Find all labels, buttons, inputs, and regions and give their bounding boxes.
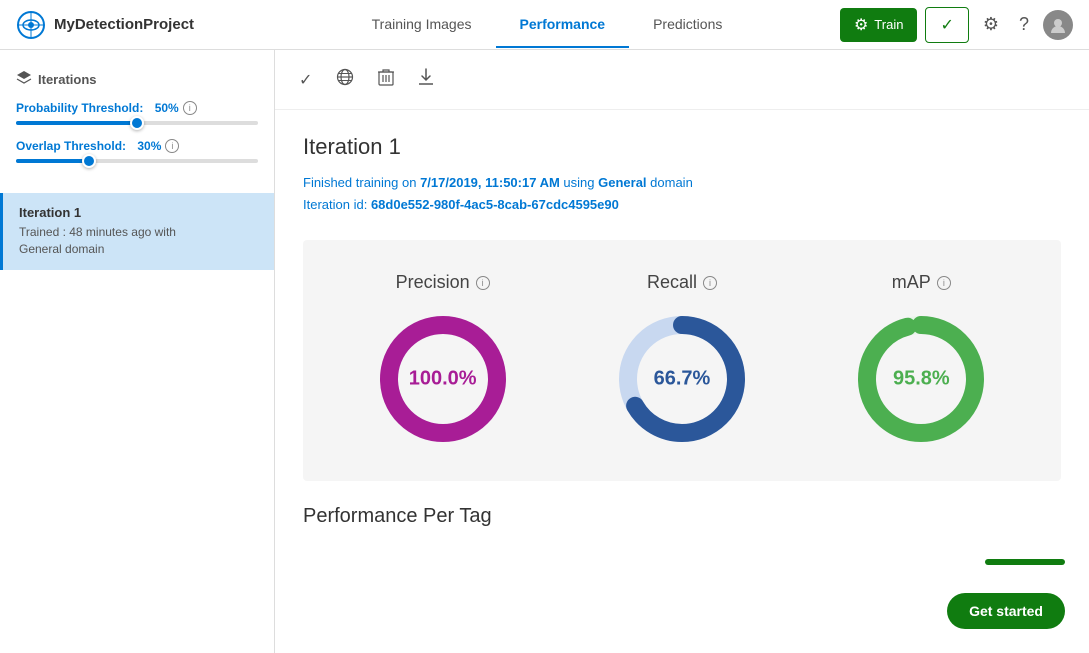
main-layout: Iterations Probability Threshold: 50% i … bbox=[0, 50, 1089, 653]
toolbar-delete-icon bbox=[378, 68, 394, 91]
content-body: Iteration 1 Finished training on 7/17/20… bbox=[275, 110, 1089, 564]
metrics-card: Precision i 100.0% Recall bbox=[303, 240, 1061, 481]
metric-map: mAP i 95.8% bbox=[851, 272, 991, 449]
help-icon: ? bbox=[1019, 14, 1029, 35]
probability-info-icon[interactable]: i bbox=[183, 101, 197, 115]
progress-bar bbox=[985, 559, 1065, 565]
recall-value: 66.7% bbox=[654, 368, 711, 391]
toolbar-check-button[interactable]: ✓ bbox=[295, 66, 316, 94]
avatar[interactable] bbox=[1043, 10, 1073, 40]
map-value: 95.8% bbox=[893, 368, 950, 391]
overlap-slider-track bbox=[16, 159, 258, 163]
overlap-threshold-row: Overlap Threshold: 30% i bbox=[16, 139, 258, 163]
gear-icon: ⚙ bbox=[854, 15, 868, 35]
progress-bar-row bbox=[985, 559, 1065, 565]
iteration-item-1[interactable]: Iteration 1 Trained : 48 minutes ago wit… bbox=[0, 193, 274, 270]
probability-slider-thumb[interactable] bbox=[130, 116, 144, 130]
header-actions: ⚙ Train ✓ ⚙ ? bbox=[840, 7, 1073, 43]
get-started-button[interactable]: Get started bbox=[947, 593, 1065, 629]
toolbar-globe-button[interactable] bbox=[332, 64, 358, 95]
logo-area: MyDetectionProject bbox=[16, 10, 194, 40]
probability-slider-fill bbox=[16, 121, 137, 125]
precision-donut: 100.0% bbox=[373, 309, 513, 449]
metric-precision: Precision i 100.0% bbox=[373, 272, 513, 449]
tab-predictions[interactable]: Predictions bbox=[629, 2, 746, 48]
performance-per-tag-title: Performance Per Tag bbox=[303, 505, 1061, 528]
probability-threshold-label: Probability Threshold: 50% i bbox=[16, 101, 258, 115]
check-icon: ✓ bbox=[940, 15, 953, 35]
map-donut: 95.8% bbox=[851, 309, 991, 449]
sidebar-section-title: Iterations bbox=[0, 66, 274, 101]
overlap-info-icon[interactable]: i bbox=[165, 139, 179, 153]
content-area: ✓ bbox=[275, 50, 1089, 653]
iteration-title: Iteration 1 bbox=[303, 134, 1061, 160]
tab-performance[interactable]: Performance bbox=[496, 2, 630, 48]
recall-info-icon[interactable]: i bbox=[703, 276, 717, 290]
settings-button[interactable]: ⚙ bbox=[977, 8, 1005, 41]
check-button[interactable]: ✓ bbox=[925, 7, 968, 43]
header: MyDetectionProject Training Images Perfo… bbox=[0, 0, 1089, 50]
precision-label: Precision i bbox=[396, 272, 490, 293]
recall-label: Recall i bbox=[647, 272, 717, 293]
toolbar-globe-icon bbox=[336, 68, 354, 91]
meta-line2: Iteration id: 68d0e552-980f-4ac5-8cab-67… bbox=[303, 197, 619, 212]
layers-icon bbox=[16, 70, 32, 89]
recall-donut: 66.7% bbox=[612, 309, 752, 449]
help-button[interactable]: ? bbox=[1013, 8, 1035, 41]
app-logo-icon bbox=[16, 10, 46, 40]
sidebar-controls: Probability Threshold: 50% i Overlap Thr… bbox=[0, 101, 274, 193]
sidebar: Iterations Probability Threshold: 50% i … bbox=[0, 50, 275, 653]
iteration-item-title: Iteration 1 bbox=[19, 205, 258, 220]
precision-value: 100.0% bbox=[409, 368, 477, 391]
toolbar-check-icon: ✓ bbox=[299, 70, 312, 90]
map-info-icon[interactable]: i bbox=[937, 276, 951, 290]
toolbar-download-icon bbox=[418, 68, 434, 91]
tab-training-images[interactable]: Training Images bbox=[348, 2, 496, 48]
precision-info-icon[interactable]: i bbox=[476, 276, 490, 290]
meta-line1: Finished training on 7/17/2019, 11:50:17… bbox=[303, 175, 693, 190]
train-button-label: Train bbox=[874, 17, 903, 32]
nav-tabs: Training Images Performance Predictions bbox=[266, 2, 828, 48]
toolbar-download-button[interactable] bbox=[414, 64, 438, 95]
toolbar: ✓ bbox=[275, 50, 1089, 110]
settings-icon: ⚙ bbox=[983, 14, 999, 35]
probability-threshold-row: Probability Threshold: 50% i bbox=[16, 101, 258, 125]
train-button[interactable]: ⚙ Train bbox=[840, 8, 917, 42]
iteration-item-desc: Trained : 48 minutes ago with General do… bbox=[19, 224, 258, 258]
map-label: mAP i bbox=[892, 272, 951, 293]
iteration-meta: Finished training on 7/17/2019, 11:50:17… bbox=[303, 172, 1061, 216]
overlap-slider-fill bbox=[16, 159, 89, 163]
overlap-threshold-label: Overlap Threshold: 30% i bbox=[16, 139, 258, 153]
overlap-slider-thumb[interactable] bbox=[82, 154, 96, 168]
probability-slider-track bbox=[16, 121, 258, 125]
toolbar-delete-button[interactable] bbox=[374, 64, 398, 95]
metric-recall: Recall i 66.7% bbox=[612, 272, 752, 449]
project-name: MyDetectionProject bbox=[54, 16, 194, 33]
